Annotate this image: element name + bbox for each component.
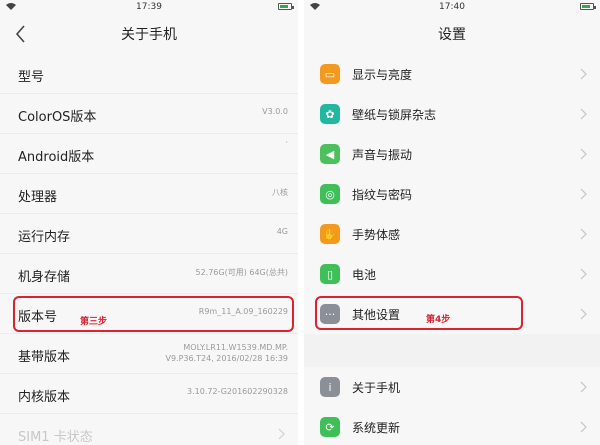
settings-screen: 17:40 设置 ▭ 显示与亮度 ✿ 壁纸与锁屏杂志 ◀ 声音与振动 ◎ 指纹与密码 ✋ 手势体感… xyxy=(304,0,600,445)
row-label: 运行内存 xyxy=(18,230,71,245)
battery-status-icon xyxy=(580,3,596,10)
row-value-line1: MOLY.LR11.W1539.MD.MP. xyxy=(183,343,288,352)
system-update-icon: ⟳ xyxy=(320,417,340,437)
chevron-right-icon xyxy=(278,428,285,440)
gesture-icon: ✋ xyxy=(320,224,340,244)
row-label: SIM1 卡状态 xyxy=(18,430,93,445)
row-label: 内核版本 xyxy=(18,390,71,405)
about-phone-icon: i xyxy=(320,377,340,397)
row-label: Android版本 xyxy=(18,150,95,165)
settings-item-wallpaper[interactable]: ✿ 壁纸与锁屏杂志 xyxy=(304,94,600,134)
row-value-line2: V9.P36.T24, 2016/02/28 16:39 xyxy=(165,354,288,363)
settings-item-system-update[interactable]: ⟳ 系统更新 xyxy=(304,407,600,445)
nav-bar: 关于手机 xyxy=(0,14,298,54)
settings-item-battery[interactable]: ▯ 电池 xyxy=(304,254,600,294)
about-phone-list: 型号 ColorOS版本 V3.0.0 Android版本 · 处理器 八核 运行内存… xyxy=(0,54,298,445)
group-gap xyxy=(304,334,600,367)
row-label: 机身存储 xyxy=(18,270,71,285)
chevron-right-icon xyxy=(580,68,587,80)
row-value: 4G xyxy=(276,227,288,236)
settings-group: i 关于手机 ⟳ 系统更新 xyxy=(304,367,600,445)
about-phone-screen: 17:39 关于手机 型号 ColorOS版本 V3.0.0 Android版本 ·… xyxy=(0,0,298,445)
row-label: 版本号 xyxy=(18,310,58,325)
status-bar: 17:40 xyxy=(304,0,600,14)
settings-item-about-phone[interactable]: i 关于手机 xyxy=(304,367,600,407)
display-brightness-icon: ▭ xyxy=(320,64,340,84)
list-item-build-number[interactable]: 版本号 R9m_11_A.09_160229 xyxy=(0,294,298,334)
row-label: 基带版本 xyxy=(18,350,71,365)
list-item-android-version[interactable]: Android版本 · xyxy=(0,134,298,174)
row-label: 处理器 xyxy=(18,190,58,205)
battery-status-icon xyxy=(278,3,294,10)
settings-group: ▭ 显示与亮度 ✿ 壁纸与锁屏杂志 ◀ 声音与振动 ◎ 指纹与密码 ✋ 手势体感 ▯ 电池 ··· 其他设… xyxy=(304,54,600,334)
list-item-baseband-version[interactable]: 基带版本 MOLY.LR11.W1539.MD.MP. V9.P36.T24, 20… xyxy=(0,334,298,374)
list-item-storage[interactable]: 机身存储 52.76G(可用) 64G(总共) xyxy=(0,254,298,294)
settings-item-display-brightness[interactable]: ▭ 显示与亮度 xyxy=(304,54,600,94)
list-item-coloros-version[interactable]: ColorOS版本 V3.0.0 xyxy=(0,94,298,134)
chevron-right-icon xyxy=(580,308,587,320)
settings-item-label: 显示与亮度 xyxy=(352,68,413,82)
list-item-sim1-status[interactable]: SIM1 卡状态 xyxy=(0,414,298,445)
settings-item-fingerprint[interactable]: ◎ 指纹与密码 xyxy=(304,174,600,214)
row-label: ColorOS版本 xyxy=(18,110,97,125)
row-value: 3.10.72-G201602290328 xyxy=(187,387,288,396)
chevron-right-icon xyxy=(580,268,587,280)
page-title: 关于手机 xyxy=(121,27,177,43)
settings-item-label: 系统更新 xyxy=(352,421,401,435)
more-settings-icon: ··· xyxy=(320,304,340,324)
settings-item-label: 壁纸与锁屏杂志 xyxy=(352,108,437,122)
list-item-model[interactable]: 型号 xyxy=(0,54,298,94)
row-value: 八核 xyxy=(272,188,288,197)
settings-item-more-settings[interactable]: ··· 其他设置 xyxy=(304,294,600,334)
page-title: 设置 xyxy=(438,27,466,43)
settings-list: ▭ 显示与亮度 ✿ 壁纸与锁屏杂志 ◀ 声音与振动 ◎ 指纹与密码 ✋ 手势体感 ▯ 电池 ··· 其他设… xyxy=(304,54,600,445)
row-value: · xyxy=(285,138,288,147)
status-time: 17:40 xyxy=(439,2,465,12)
list-item-ram[interactable]: 运行内存 4G xyxy=(0,214,298,254)
settings-item-label: 其他设置 xyxy=(352,308,401,322)
step-annotation: 第三步 xyxy=(80,317,108,327)
chevron-right-icon xyxy=(580,108,587,120)
settings-item-sound[interactable]: ◀ 声音与振动 xyxy=(304,134,600,174)
settings-item-label: 电池 xyxy=(352,268,377,282)
row-value: V3.0.0 xyxy=(262,107,288,116)
fingerprint-icon: ◎ xyxy=(320,184,340,204)
row-value: R9m_11_A.09_160229 xyxy=(198,307,288,316)
list-item-processor[interactable]: 处理器 八核 xyxy=(0,174,298,214)
settings-item-gesture[interactable]: ✋ 手势体感 xyxy=(304,214,600,254)
list-item-kernel-version[interactable]: 内核版本 3.10.72-G201602290328 xyxy=(0,374,298,414)
chevron-right-icon xyxy=(580,381,587,393)
settings-item-label: 指纹与密码 xyxy=(352,188,413,202)
row-value: MOLY.LR11.W1539.MD.MP. V9.P36.T24, 2016/0… xyxy=(165,342,288,364)
wallpaper-icon: ✿ xyxy=(320,104,340,124)
chevron-right-icon xyxy=(580,228,587,240)
settings-item-label: 关于手机 xyxy=(352,381,401,395)
status-bar: 17:39 xyxy=(0,0,298,14)
status-time: 17:39 xyxy=(136,2,162,12)
chevron-right-icon xyxy=(580,188,587,200)
settings-item-label: 手势体感 xyxy=(352,228,401,242)
battery-icon: ▯ xyxy=(320,264,340,284)
chevron-right-icon xyxy=(580,148,587,160)
step-annotation: 第4步 xyxy=(426,315,451,325)
chevron-right-icon xyxy=(580,421,587,433)
row-label: 型号 xyxy=(18,70,45,85)
settings-item-label: 声音与振动 xyxy=(352,148,413,162)
nav-bar: 设置 xyxy=(304,14,600,54)
sound-icon: ◀ xyxy=(320,144,340,164)
row-value: 52.76G(可用) 64G(总共) xyxy=(195,268,288,277)
